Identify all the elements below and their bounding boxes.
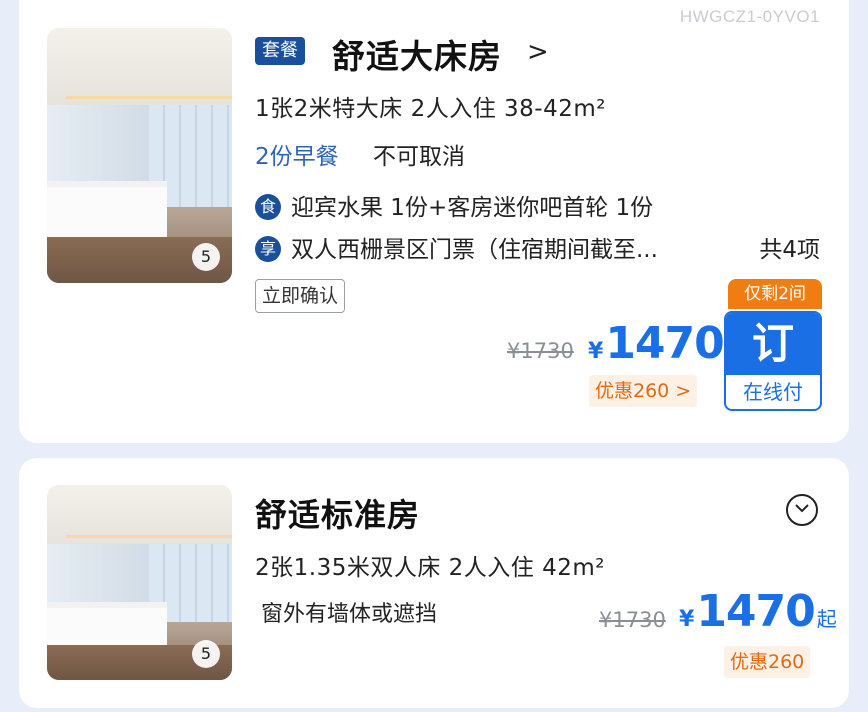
window-note: 窗外有墙体或遮挡: [261, 602, 438, 627]
currency-symbol: ¥: [679, 607, 695, 632]
discount-tag[interactable]: 优惠260 >: [589, 375, 698, 407]
hotel-code: HWGCZ1-0YVO1: [679, 7, 820, 26]
cancel-policy: 不可取消: [373, 144, 465, 170]
original-price: ¥1730: [599, 608, 666, 632]
perks-total[interactable]: 共4项: [759, 230, 820, 264]
perk-item: 食迎宾水果 1份+客房迷你吧首轮 1份: [255, 188, 653, 222]
room-photo-deluxe-king[interactable]: 5: [47, 28, 232, 283]
perk-text: 迎宾水果 1份+客房迷你吧首轮 1份: [291, 195, 654, 221]
discount-tag: 优惠260: [724, 646, 811, 678]
price-value: 1470: [605, 318, 724, 369]
photo-count-badge: 5: [192, 640, 220, 668]
currency-symbol: ¥: [588, 339, 604, 364]
photo-count-badge: 5: [192, 243, 220, 271]
room-photo-standard-twin[interactable]: 5: [47, 485, 232, 680]
perk-icon: 享: [255, 236, 281, 262]
price-suffix: 起: [816, 607, 837, 631]
room-title[interactable]: 舒适大床房: [332, 30, 502, 78]
meal-info: 2份早餐: [255, 144, 339, 170]
perk-item[interactable]: 享双人西栅景区门票（住宿期间截至...: [255, 230, 658, 264]
instant-confirm-tag: 立即确认: [255, 279, 346, 313]
perk-text: 双人西栅景区门票（住宿期间截至...: [291, 237, 658, 263]
pay-online-label: 在线付: [743, 380, 803, 404]
remaining-rooms-badge: 仅剩2间: [728, 279, 822, 309]
current-price: ¥1470 起: [679, 586, 837, 637]
book-button[interactable]: 订 在线付: [724, 311, 822, 411]
room-spec: 2张1.35米双人床 2人入住 42m²: [255, 555, 605, 581]
price-value: 1470: [696, 586, 815, 637]
original-price: ¥1730: [507, 339, 574, 363]
chevron-right-icon[interactable]: >: [527, 37, 549, 67]
current-price: ¥1470: [588, 318, 725, 369]
meal-icon: 食: [255, 194, 281, 220]
room-spec: 1张2米特大床 2人入住 38-42m²: [255, 96, 606, 122]
package-badge: 套餐: [255, 37, 305, 65]
book-label: 订: [726, 313, 820, 375]
room-title[interactable]: 舒适标准房: [255, 490, 420, 536]
expand-chevron-down-icon[interactable]: [786, 494, 818, 526]
